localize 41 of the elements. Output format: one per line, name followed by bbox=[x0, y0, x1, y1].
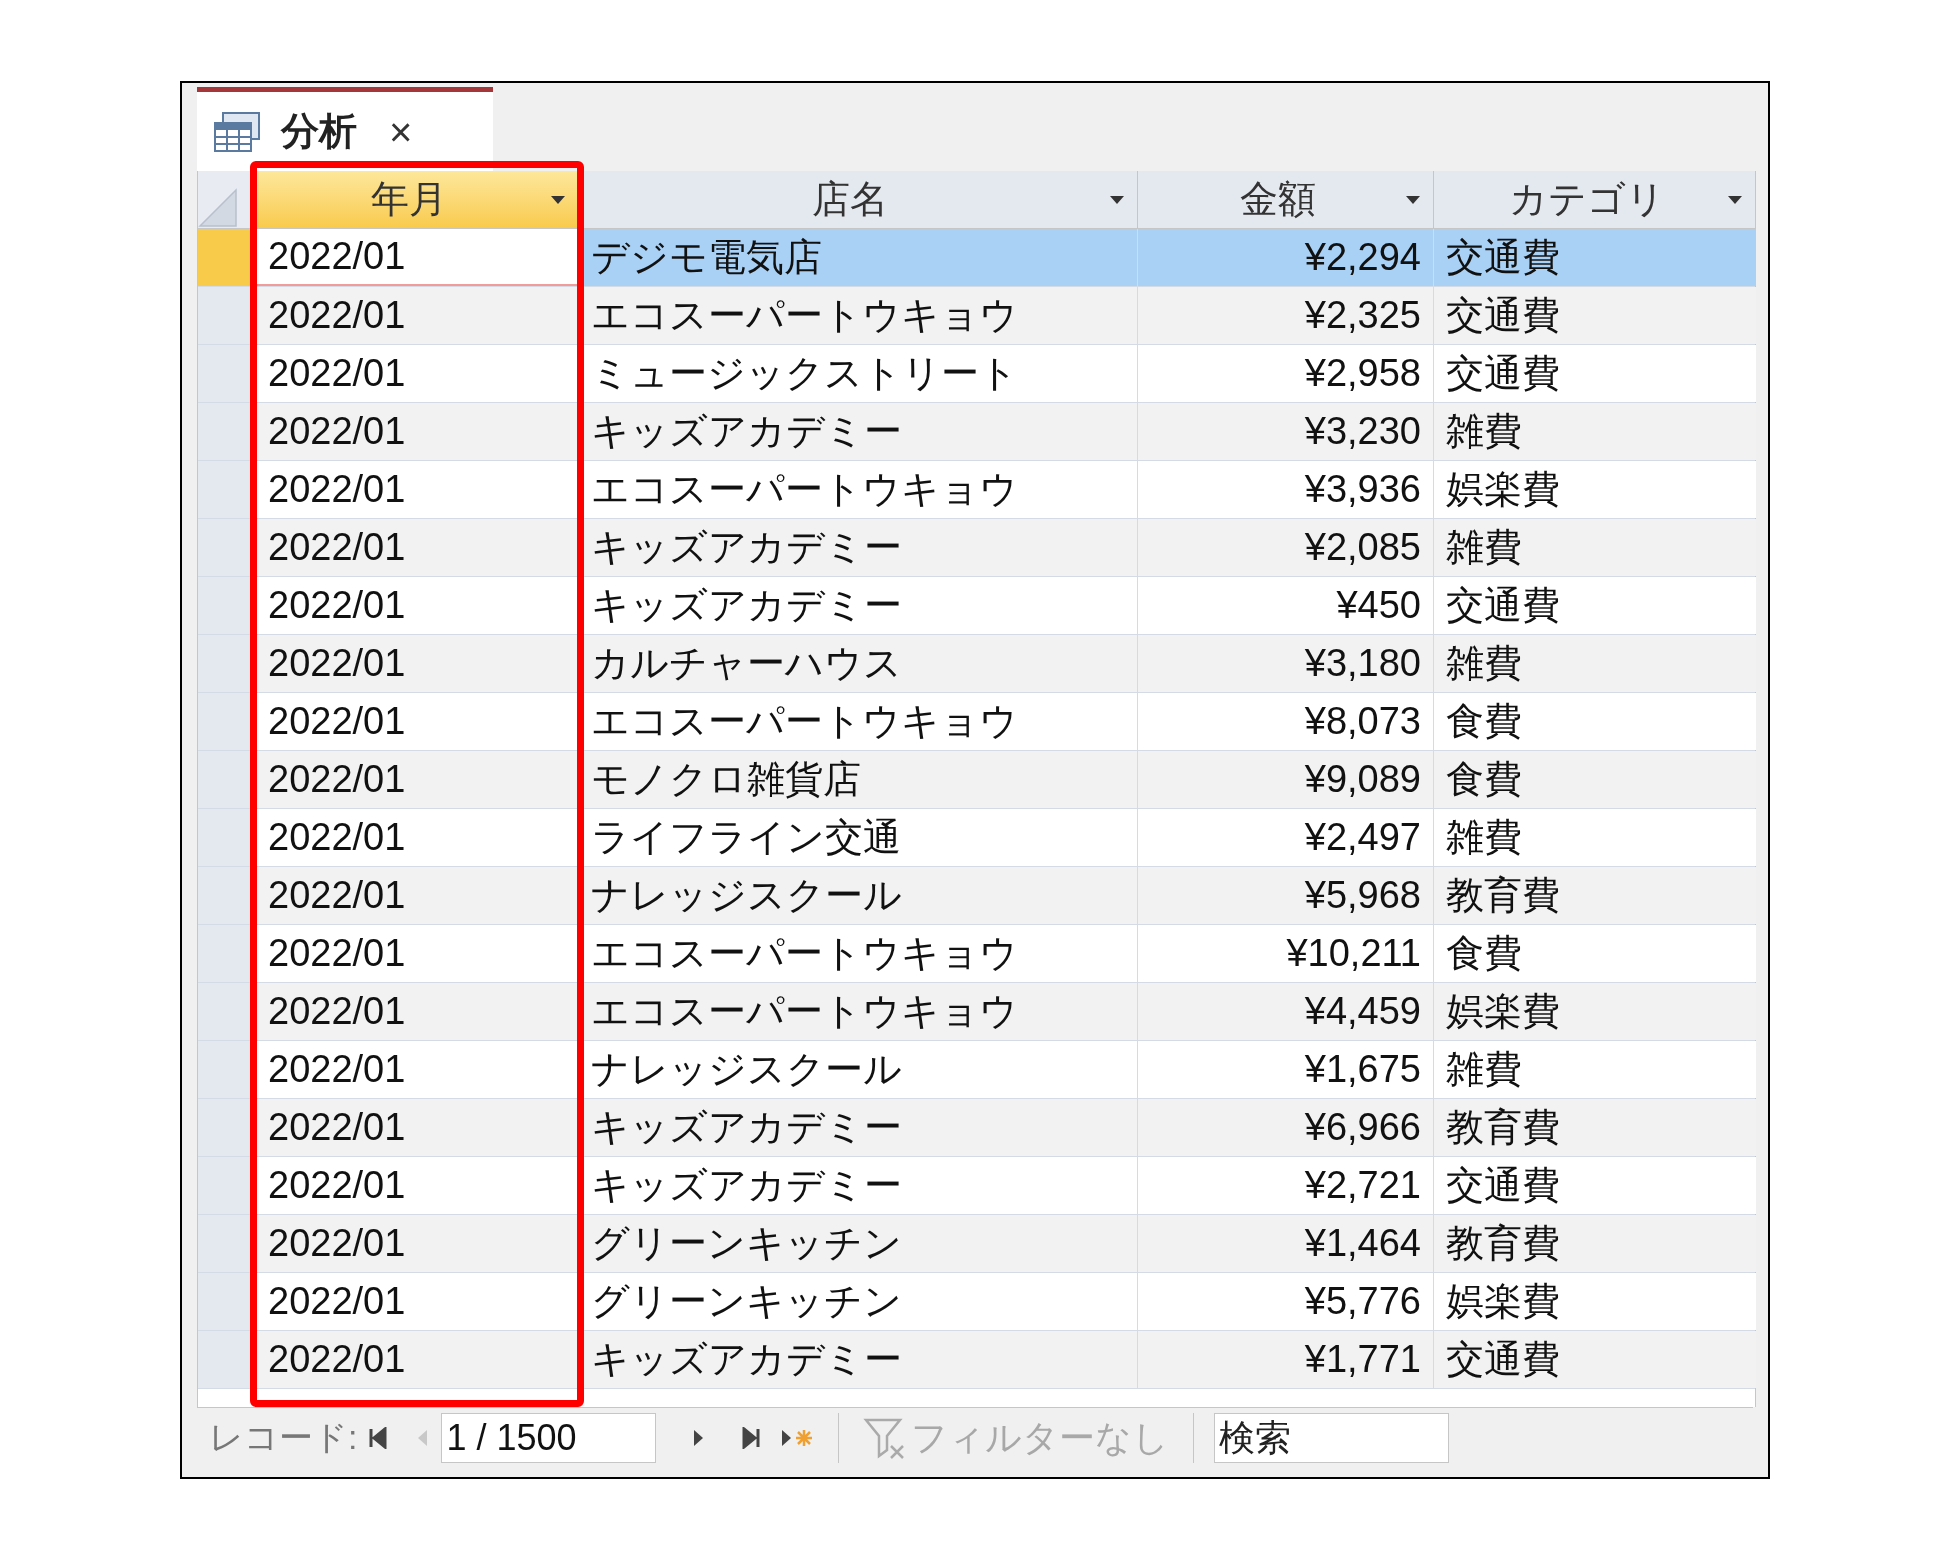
table-cell: 2022/01 bbox=[256, 983, 579, 1040]
close-tab-button[interactable]: × bbox=[389, 101, 413, 162]
search-field[interactable]: 検索 bbox=[1214, 1412, 1450, 1463]
table-cell: 2022/01 bbox=[256, 1215, 579, 1272]
table-cell: ¥5,968 bbox=[1138, 867, 1434, 924]
column-header[interactable]: 年月 bbox=[256, 171, 579, 228]
table-cell: 食費 bbox=[1434, 751, 1756, 808]
table-cell: ¥1,464 bbox=[1138, 1215, 1434, 1272]
column-header[interactable]: カテゴリ bbox=[1434, 171, 1756, 228]
table-cell: ¥9,089 bbox=[1138, 751, 1434, 808]
table-cell: 2022/01 bbox=[256, 519, 579, 576]
table-cell: ¥2,325 bbox=[1138, 287, 1434, 344]
table-cell: ¥4,459 bbox=[1138, 983, 1434, 1040]
table-cell: ¥2,294 bbox=[1138, 229, 1434, 286]
table-cell: ¥3,230 bbox=[1138, 403, 1434, 460]
document-tab[interactable]: 分析 × bbox=[197, 87, 493, 171]
table-cell: 2022/01 bbox=[256, 635, 579, 692]
table-cell: 交通費 bbox=[1434, 1331, 1756, 1388]
tab-title: 分析 bbox=[281, 109, 357, 154]
column-header[interactable]: 金額 bbox=[1138, 171, 1434, 228]
table-cell: 交通費 bbox=[1434, 287, 1756, 344]
table-cell: ¥6,966 bbox=[1138, 1099, 1434, 1156]
table-cell: 2022/01 bbox=[256, 751, 579, 808]
table-cell: 娯楽費 bbox=[1434, 983, 1756, 1040]
table-cell: ¥3,180 bbox=[1138, 635, 1434, 692]
table-cell: 教育費 bbox=[1434, 867, 1756, 924]
table-cell: 交通費 bbox=[1434, 229, 1756, 286]
table-cell: 2022/01 bbox=[256, 1099, 579, 1156]
table-cell: 教育費 bbox=[1434, 1215, 1756, 1272]
table-cell: 教育費 bbox=[1434, 1099, 1756, 1156]
table-cell: 2022/01 bbox=[256, 867, 579, 924]
table-cell: 2022/01 bbox=[256, 1331, 579, 1388]
table-cell: 2022/01 bbox=[256, 287, 579, 344]
record-label: レコード: bbox=[209, 1417, 358, 1458]
table-cell: ¥1,771 bbox=[1138, 1331, 1434, 1388]
record-position-field[interactable]: 1 / 1500 bbox=[441, 1412, 657, 1463]
table-cell: 2022/01 bbox=[256, 403, 579, 460]
table-cell: 雑費 bbox=[1434, 519, 1756, 576]
table-cell: 雑費 bbox=[1434, 403, 1756, 460]
table-cell: ¥2,085 bbox=[1138, 519, 1434, 576]
table-cell: 雑費 bbox=[1434, 635, 1756, 692]
